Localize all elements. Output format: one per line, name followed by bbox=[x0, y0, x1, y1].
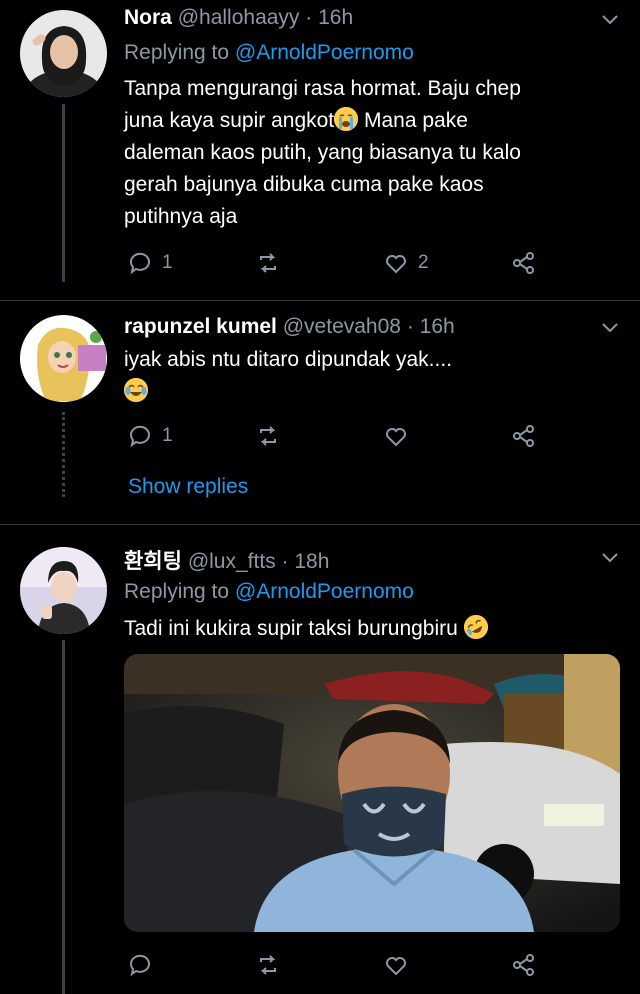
retweet-icon bbox=[260, 955, 276, 975]
reply-count: 1 bbox=[162, 425, 173, 446]
tweet-divider bbox=[0, 524, 640, 525]
chevron-down-icon[interactable] bbox=[600, 10, 620, 30]
like-count: 2 bbox=[418, 252, 429, 273]
share-button[interactable] bbox=[512, 953, 536, 977]
like-button[interactable] bbox=[384, 424, 408, 448]
text-line: juna kaya supir angkot Mana pake bbox=[124, 105, 604, 137]
retweet-button[interactable] bbox=[256, 251, 280, 275]
share-icon bbox=[513, 954, 534, 976]
text-line: daleman kaos putih, yang biasanya tu kal… bbox=[124, 141, 521, 164]
tweet-text: iyak abis ntu ditaro dipundak yak.... bbox=[124, 344, 604, 408]
share-button[interactable] bbox=[512, 424, 536, 448]
avatar[interactable] bbox=[20, 547, 107, 634]
tears-of-joy-emoji-icon bbox=[124, 378, 148, 402]
share-icon bbox=[513, 252, 534, 274]
retweet-button[interactable] bbox=[256, 953, 280, 977]
reply-icon bbox=[129, 252, 150, 275]
like-button[interactable]: 2 bbox=[384, 251, 429, 275]
heart-icon bbox=[386, 428, 406, 447]
user-handle[interactable]: @hallohaayy bbox=[178, 6, 300, 29]
share-button[interactable] bbox=[512, 251, 536, 275]
text-line: putihnya aja bbox=[124, 205, 238, 228]
reply-button[interactable] bbox=[128, 953, 152, 977]
tweet-header: rapunzel kumel @vetevah08 · 16h bbox=[124, 315, 455, 339]
text-line: Tadi ini kukira supir taksi burungbiru bbox=[124, 617, 458, 640]
rolling-on-floor-laughing-emoji-icon bbox=[463, 615, 488, 639]
text-segment: juna kaya supir angkot bbox=[124, 109, 335, 132]
avatar[interactable] bbox=[20, 10, 107, 97]
timestamp[interactable]: · 16h bbox=[305, 6, 353, 29]
retweet-button[interactable] bbox=[256, 424, 280, 448]
mention-link[interactable]: @ArnoldPoernomo bbox=[235, 41, 414, 64]
avatar[interactable] bbox=[20, 315, 107, 402]
tweet-text: Tadi ini kukira supir taksi burungbiru bbox=[124, 613, 604, 645]
replying-label: Replying to bbox=[124, 41, 230, 64]
show-replies-link[interactable]: Show replies bbox=[128, 475, 248, 499]
reply-icon bbox=[129, 425, 150, 448]
replying-label: Replying to bbox=[124, 580, 230, 603]
chevron-down-icon[interactable] bbox=[600, 548, 620, 568]
retweet-icon bbox=[260, 426, 276, 446]
text-segment: Mana pake bbox=[358, 109, 468, 132]
display-name[interactable]: Nora bbox=[124, 6, 172, 29]
reply-icon bbox=[129, 954, 150, 977]
reply-button[interactable]: 1 bbox=[128, 424, 173, 448]
text-line: iyak abis ntu ditaro dipundak yak.... bbox=[124, 348, 453, 371]
user-handle[interactable]: @lux_ftts bbox=[188, 550, 276, 573]
chevron-down-icon[interactable] bbox=[600, 318, 620, 338]
thread-line bbox=[62, 104, 65, 282]
timestamp[interactable]: · 16h bbox=[407, 315, 455, 338]
tweet-text: Tanpa mengurangi rasa hormat. Baju chep … bbox=[124, 73, 604, 233]
heart-icon bbox=[386, 255, 406, 274]
thread-dots bbox=[62, 412, 65, 497]
display-name[interactable]: 환희팅 bbox=[124, 550, 182, 573]
replying-to: Replying to @ArnoldPoernomo bbox=[124, 580, 414, 604]
tweet-photo[interactable] bbox=[124, 654, 620, 932]
text-line bbox=[124, 376, 604, 408]
tweet-header: 환희팅 @lux_ftts · 18h bbox=[124, 545, 329, 575]
share-icon bbox=[513, 425, 534, 447]
thread-line bbox=[62, 640, 65, 994]
reply-count: 1 bbox=[162, 252, 173, 273]
replying-to: Replying to @ArnoldPoernomo bbox=[124, 41, 414, 65]
retweet-icon bbox=[260, 253, 276, 273]
display-name[interactable]: rapunzel kumel bbox=[124, 315, 277, 338]
like-button[interactable] bbox=[384, 953, 408, 977]
mention-link[interactable]: @ArnoldPoernomo bbox=[235, 580, 414, 603]
reply-button[interactable]: 1 bbox=[128, 251, 173, 275]
user-handle[interactable]: @vetevah08 bbox=[283, 315, 401, 338]
heart-icon bbox=[386, 957, 406, 976]
tweet-header: Nora @hallohaayy · 16h bbox=[124, 6, 353, 30]
text-line: gerah bajunya dibuka cuma pake kaos bbox=[124, 173, 484, 196]
loudly-crying-emoji-icon bbox=[334, 107, 359, 131]
tweet-divider bbox=[0, 300, 640, 301]
timestamp[interactable]: · 18h bbox=[282, 550, 330, 573]
text-line: Tanpa mengurangi rasa hormat. Baju chep bbox=[124, 77, 521, 100]
